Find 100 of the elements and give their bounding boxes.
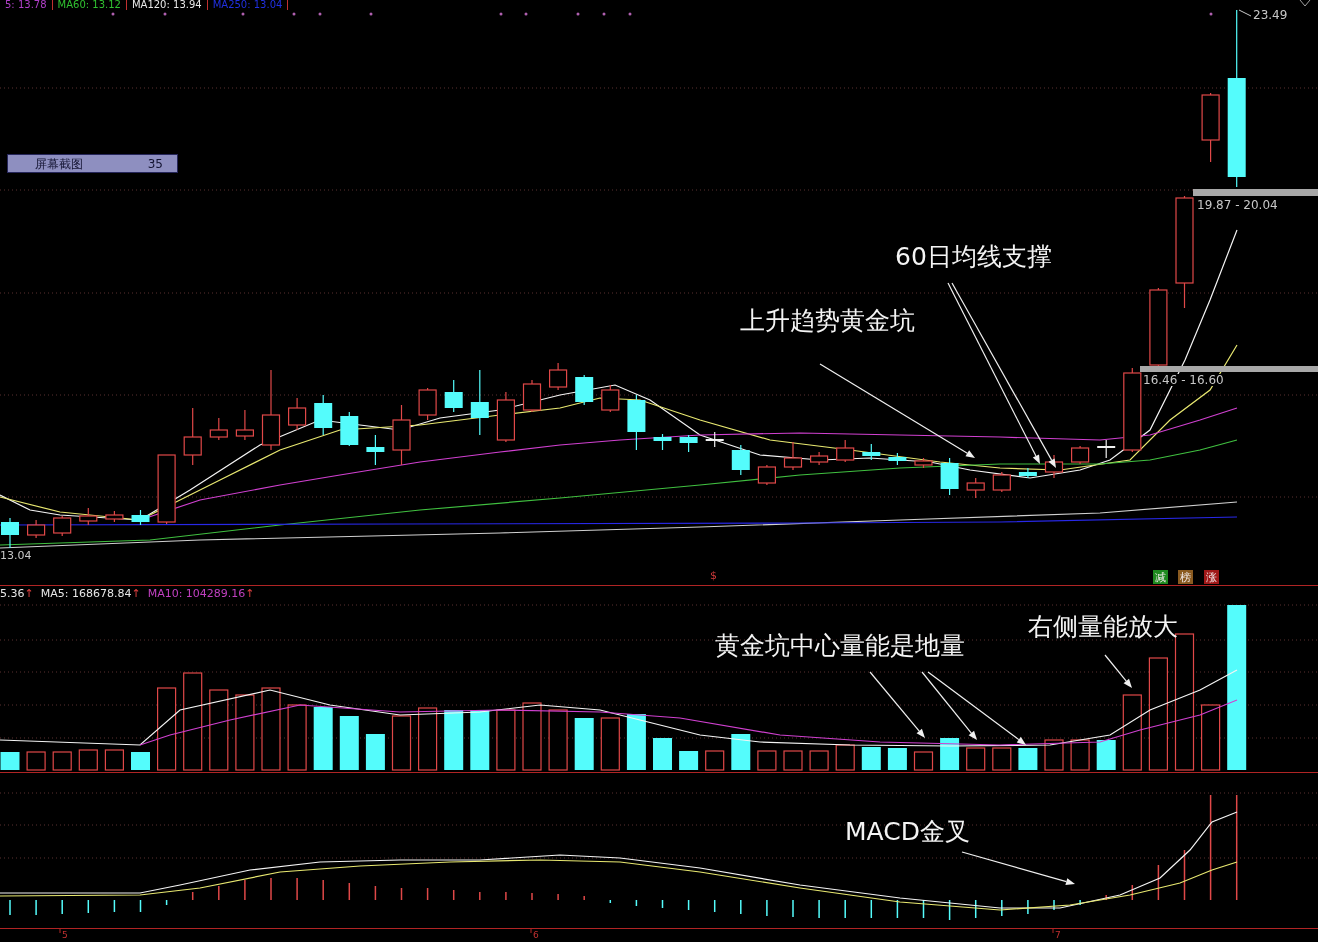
candlestick bbox=[1, 517, 19, 549]
candlestick bbox=[522, 379, 542, 413]
candlestick bbox=[314, 394, 333, 436]
marker-dot-icon bbox=[602, 12, 606, 16]
volume-bar bbox=[339, 716, 359, 770]
candlestick bbox=[209, 417, 228, 441]
macd-bar bbox=[113, 899, 116, 913]
candlestick bbox=[418, 387, 437, 421]
volume-bar bbox=[522, 702, 542, 771]
volume-bar bbox=[1018, 748, 1038, 770]
macd-bar bbox=[400, 887, 403, 901]
volume-bar bbox=[574, 718, 594, 770]
volume-bar bbox=[444, 710, 464, 770]
volume-bar bbox=[0, 752, 20, 770]
candlestick bbox=[470, 369, 489, 436]
candlestick bbox=[235, 409, 254, 441]
candlestick bbox=[183, 407, 202, 466]
macd-bar bbox=[87, 899, 90, 914]
candlestick bbox=[549, 362, 568, 391]
volume-legend-text: MA5: 168678.84 bbox=[40, 588, 132, 599]
candlestick bbox=[731, 444, 750, 476]
candlestick bbox=[496, 391, 515, 443]
volume-bar bbox=[835, 744, 855, 771]
volume-bar bbox=[653, 738, 672, 770]
macd-bar bbox=[687, 899, 690, 911]
volume-legend-text: 5.36 bbox=[0, 588, 25, 599]
annotation-text: 右侧量能放大 bbox=[1028, 614, 1178, 639]
macd-bar bbox=[348, 882, 351, 901]
macd-bar bbox=[1131, 884, 1134, 901]
tag-title: 屏幕截图 bbox=[35, 155, 83, 173]
macd-bar bbox=[165, 899, 168, 906]
annotation-text: 上升趋势黄金坑 bbox=[740, 308, 915, 333]
marker-dot-icon bbox=[111, 12, 115, 16]
candlestick bbox=[288, 397, 307, 431]
month-label: 7 bbox=[1055, 931, 1061, 940]
volume-bar bbox=[548, 709, 568, 771]
volume-bar bbox=[600, 717, 620, 771]
macd-bar bbox=[374, 885, 377, 901]
price-zone-label: 19.87 - 20.04 bbox=[1197, 199, 1278, 211]
price-zone-label: 16.46 - 16.60 bbox=[1143, 374, 1224, 386]
low-price-label: 13.04 bbox=[0, 550, 32, 561]
macd-bar bbox=[661, 899, 664, 909]
marker-dot-icon bbox=[576, 12, 580, 16]
macd-bar bbox=[713, 899, 716, 913]
macd-bar bbox=[870, 899, 873, 919]
candlestick bbox=[836, 439, 855, 463]
candlestick bbox=[888, 452, 907, 466]
candlestick bbox=[1071, 445, 1090, 465]
volume-bar bbox=[940, 738, 960, 770]
candlestick bbox=[783, 441, 803, 471]
macd-bar bbox=[1183, 849, 1186, 901]
volume-bar bbox=[887, 748, 907, 770]
macd-bar bbox=[609, 899, 612, 904]
candlestick bbox=[1201, 92, 1220, 163]
candlestick bbox=[79, 507, 98, 526]
volume-bar bbox=[705, 750, 725, 771]
signal-badge: 涨 bbox=[1204, 570, 1219, 584]
volume-bar bbox=[418, 707, 438, 771]
marker-dot-icon bbox=[628, 12, 632, 16]
candlestick bbox=[340, 411, 359, 447]
marker-dot-icon bbox=[369, 12, 373, 16]
annotation-text: 黄金坑中心量能是地量 bbox=[715, 633, 965, 658]
candlestick bbox=[601, 384, 620, 413]
candlestick bbox=[131, 509, 150, 526]
volume-bar bbox=[783, 750, 803, 771]
volume-bar bbox=[1044, 739, 1064, 771]
macd-bar bbox=[191, 891, 194, 901]
volume-bar bbox=[731, 734, 751, 770]
candlestick bbox=[627, 394, 646, 451]
candlestick bbox=[705, 431, 724, 448]
candlestick bbox=[679, 434, 698, 453]
macd-bar bbox=[974, 899, 977, 919]
volume-bar bbox=[1096, 740, 1116, 770]
candlestick bbox=[105, 510, 124, 523]
rising-arrow-text: ↑ bbox=[24, 588, 34, 599]
volume-bar bbox=[287, 704, 307, 771]
month-label: 5 bbox=[62, 931, 68, 940]
volume-bar bbox=[496, 709, 516, 771]
candlestick bbox=[53, 515, 72, 537]
volume-bar bbox=[365, 734, 385, 770]
volume-bar bbox=[626, 714, 646, 770]
month-label: 6 bbox=[533, 931, 539, 940]
volume-bar bbox=[26, 751, 46, 771]
candlestick bbox=[444, 379, 463, 413]
volume-bar bbox=[131, 752, 150, 770]
candlestick bbox=[653, 433, 672, 451]
volume-bar bbox=[104, 749, 124, 771]
leader-line bbox=[1238, 9, 1252, 17]
ma-legend-text: 5: 13.78 bbox=[5, 0, 47, 10]
volume-bar bbox=[861, 747, 881, 770]
macd-bar bbox=[139, 899, 142, 913]
annotation-arrow bbox=[1104, 654, 1132, 688]
marker-dot-icon bbox=[499, 12, 503, 16]
annotation-arrow bbox=[869, 671, 925, 738]
candlestick bbox=[27, 519, 46, 539]
candlestick bbox=[862, 443, 881, 461]
volume-bar bbox=[966, 747, 986, 771]
macd-bar bbox=[948, 899, 951, 921]
candlestick bbox=[157, 454, 176, 525]
candlestick bbox=[966, 477, 985, 499]
